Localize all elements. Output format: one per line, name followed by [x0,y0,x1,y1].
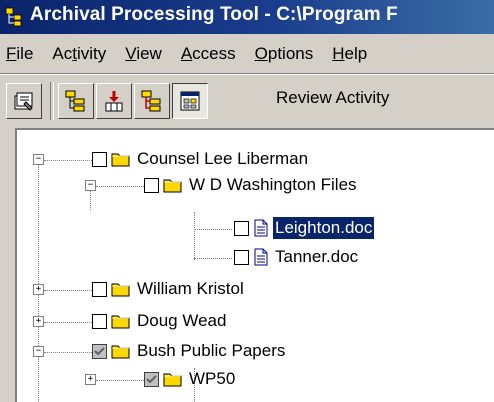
node-checkbox[interactable] [234,221,249,236]
tree-connector [96,186,144,187]
folder-icon [111,153,130,167]
expand-toggle[interactable]: + [33,284,44,295]
tree-connector [44,290,92,291]
tree-connector [38,160,39,402]
folder-icon [111,345,130,359]
tree-connector [44,160,92,161]
menu-separator [0,73,494,75]
collapse-toggle[interactable]: − [33,154,44,165]
menu-help[interactable]: Help [332,44,367,64]
menu-bar: File Activity View Access Options Help [0,36,494,72]
properties-button[interactable] [6,83,42,119]
checkmark-icon [94,347,105,356]
collapse-toggle[interactable]: − [33,346,44,357]
tree-node-label[interactable]: Tanner.doc [273,246,360,268]
toolbar: Review Activity [0,76,494,126]
node-checkbox[interactable] [92,314,107,329]
node-checkbox[interactable] [234,250,249,265]
tree-connector [194,258,232,259]
menu-activity[interactable]: Activity [52,44,106,64]
tree-node-label-selected[interactable]: Leighton.doc [271,216,376,240]
title-bar[interactable]: Archival Processing Tool - C:\Program F [0,0,494,34]
review-activity-icon [180,91,200,111]
folder-icon [111,283,130,297]
tree-node-label[interactable]: Bush Public Papers [135,340,287,362]
menu-options[interactable]: Options [255,44,314,64]
expand-toggle[interactable]: + [33,316,44,327]
document-icon [254,248,268,266]
node-checkbox[interactable] [92,152,107,167]
toolbar-mode-label: Review Activity [276,88,390,107]
window-title: Archival Processing Tool - C:\Program F [30,4,398,25]
extract-button[interactable] [96,83,132,119]
tree-node-label[interactable]: Doug Wead [135,310,228,332]
folder-icon [163,373,182,387]
expand-toggle[interactable]: + [85,374,96,385]
tree-connector [44,322,92,323]
document-icon [254,219,268,237]
node-checkbox-checked[interactable] [92,344,107,359]
tree-node-label[interactable]: Counsel Lee Liberman [135,148,310,170]
tree-node-label[interactable]: W D Washington Files [187,174,359,196]
tree-connector [96,380,144,381]
tree-folder-icon [65,90,85,112]
checkmark-icon [146,375,157,384]
extract-icon [105,91,123,112]
node-checkbox[interactable] [92,282,107,297]
menu-file[interactable]: File [6,44,33,64]
tree-review-icon [141,90,161,112]
tree-node-label[interactable]: WP50 [187,368,237,390]
tree-connector [44,352,92,353]
tree-folder-button[interactable] [58,83,94,119]
tree-view[interactable]: − Counsel Lee Liberman − W D Washington … [15,128,494,402]
tree-connector [194,229,232,230]
node-checkbox-checked[interactable] [144,372,159,387]
menu-view[interactable]: View [125,44,162,64]
tree-node-label[interactable]: William Kristol [135,278,246,300]
app-tree-icon [5,7,22,27]
review-activity-button[interactable] [172,83,208,119]
tree-review-button[interactable] [134,83,170,119]
toolbar-divider [50,82,54,120]
menu-access[interactable]: Access [181,44,236,64]
folder-icon [163,179,182,193]
folder-icon [111,315,130,329]
tree-connector [194,212,195,260]
properties-icon [14,92,33,111]
node-checkbox[interactable] [144,178,159,193]
collapse-toggle[interactable]: − [85,180,96,191]
